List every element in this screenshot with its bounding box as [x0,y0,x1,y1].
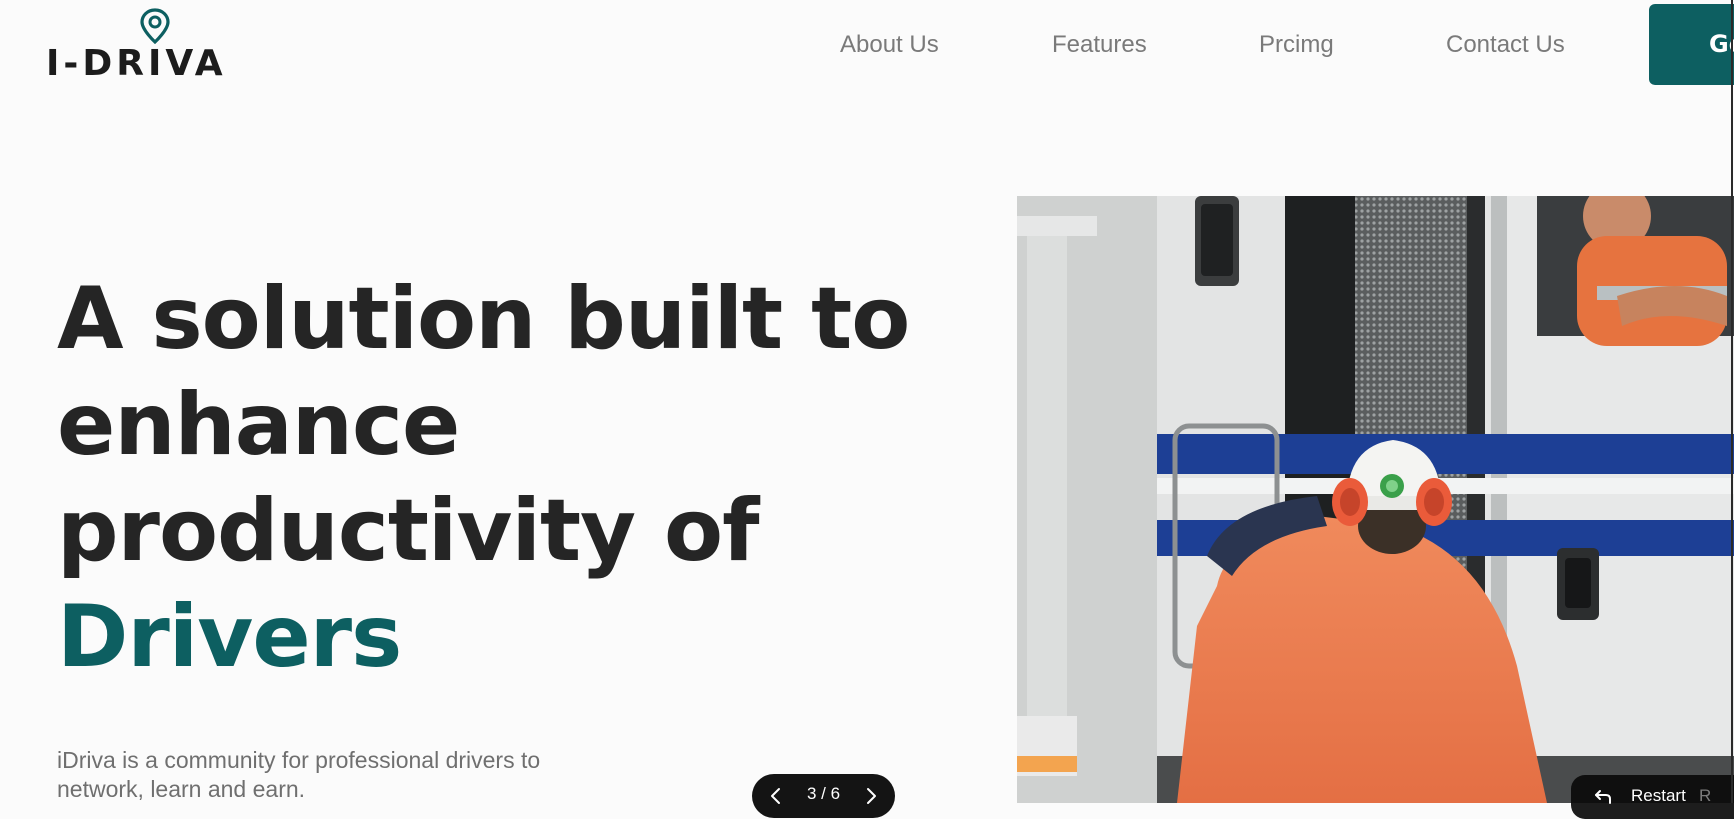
slide-counter: 3 / 6 [752,774,895,818]
brand-name: I-DRIVA [46,43,227,84]
window-edge-divider [1731,0,1733,803]
headline-line: productivity of [57,481,760,581]
headline-line: A solution built to [57,269,910,369]
get-started-button[interactable]: Ge [1649,4,1734,85]
hero-photo [1017,196,1734,803]
nav-features[interactable]: Features [1052,30,1147,60]
hero-subtitle: iDriva is a community for professional d… [57,747,541,802]
chevron-right-icon[interactable] [861,786,881,806]
restart-label: Restart [1631,786,1686,805]
nav-contact-us[interactable]: Contact Us [1446,30,1565,60]
location-pin-icon [140,8,170,44]
headline-accent: Drivers [57,587,402,687]
restart-button[interactable]: Restart R [1571,775,1734,819]
nav-about-us[interactable]: About Us [840,30,939,60]
truck-worker-photo [1017,196,1734,803]
brand-logo[interactable]: I-DRIVA [46,8,226,84]
restart-shortcut-hint: R [1699,786,1712,805]
restart-arrow-icon [1595,790,1611,804]
hero-headline: A solution built to enhance productivity… [57,266,910,690]
nav-pricing[interactable]: Prcimg [1259,30,1334,60]
headline-line: enhance [57,375,460,475]
